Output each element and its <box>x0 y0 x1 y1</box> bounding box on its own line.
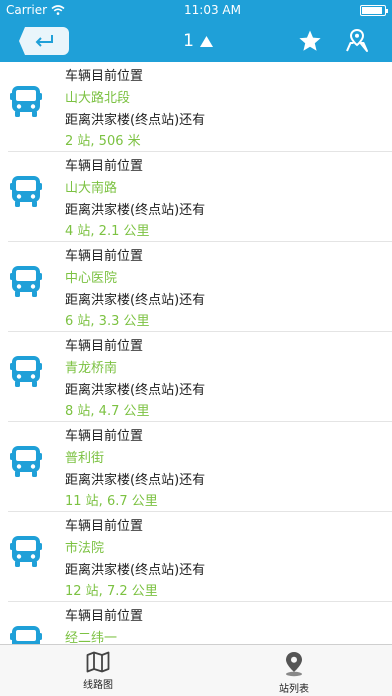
station-name: 市法院 <box>65 541 105 556</box>
nav-bar: 1 <box>0 20 392 62</box>
bus-icon <box>10 86 42 117</box>
list-item[interactable]: 车辆目前位置 青龙桥南 距离洪家楼(终点站)还有 8 站, 4.7 公里 <box>8 332 392 422</box>
list-item[interactable]: 车辆目前位置 经二纬一 <box>8 602 392 644</box>
station-name: 青龙桥南 <box>65 361 118 376</box>
station-name: 山大路北段 <box>65 91 131 106</box>
distance-label: 距离洪家楼(终点站)还有 <box>65 113 206 128</box>
position-label: 车辆目前位置 <box>65 609 144 624</box>
station-name: 经二纬一 <box>65 631 118 644</box>
distance-value: 2 站, 506 米 <box>65 134 141 149</box>
bus-icon <box>10 446 42 477</box>
distance-value: 8 站, 4.7 公里 <box>65 404 150 419</box>
position-label: 车辆目前位置 <box>65 429 144 444</box>
station-name: 中心医院 <box>65 271 118 286</box>
list-item[interactable]: 车辆目前位置 山大路北段 距离洪家楼(终点站)还有 2 站, 506 米 <box>8 62 392 152</box>
battery-icon <box>359 4 388 16</box>
carrier-label: Carrier <box>6 3 48 17</box>
tab-station-list-label: 站列表 <box>279 684 309 695</box>
map-location-icon[interactable] <box>344 28 370 54</box>
map-icon <box>86 651 110 673</box>
distance-label: 距离洪家楼(终点站)还有 <box>65 473 206 488</box>
bus-icon <box>10 176 42 207</box>
list-item[interactable]: 车辆目前位置 市法院 距离洪家楼(终点站)还有 12 站, 7.2 公里 <box>8 512 392 602</box>
list-item[interactable]: 车辆目前位置 山大南路 距离洪家楼(终点站)还有 4 站, 2.1 公里 <box>8 152 392 242</box>
distance-label: 距离洪家楼(终点站)还有 <box>65 293 206 308</box>
tab-bar: 线路图 站列表 <box>0 644 392 696</box>
list-item[interactable]: 车辆目前位置 中心医院 距离洪家楼(终点站)还有 6 站, 3.3 公里 <box>8 242 392 332</box>
distance-value: 6 站, 3.3 公里 <box>65 314 150 329</box>
tab-route-map-label: 线路图 <box>83 680 113 691</box>
bus-icon <box>10 626 42 644</box>
status-left: Carrier <box>6 3 65 17</box>
triangle-up-icon <box>199 35 213 47</box>
tab-station-list[interactable]: 站列表 <box>196 645 392 696</box>
bus-icon <box>10 356 42 387</box>
bus-icon <box>10 266 42 297</box>
station-name: 普利街 <box>65 451 105 466</box>
distance-label: 距离洪家楼(终点站)还有 <box>65 383 206 398</box>
bus-icon <box>10 536 42 567</box>
bus-count: 1 <box>183 31 194 51</box>
page-title[interactable]: 1 <box>0 20 392 62</box>
location-pin-icon <box>286 652 302 677</box>
position-label: 车辆目前位置 <box>65 69 144 84</box>
distance-value: 4 站, 2.1 公里 <box>65 224 150 239</box>
position-label: 车辆目前位置 <box>65 339 144 354</box>
distance-label: 距离洪家楼(终点站)还有 <box>65 563 206 578</box>
station-name: 山大南路 <box>65 181 118 196</box>
tab-route-map[interactable]: 线路图 <box>0 645 196 696</box>
status-bar: Carrier 11:03 AM <box>0 0 392 20</box>
position-label: 车辆目前位置 <box>65 249 144 264</box>
stop-list[interactable]: 车辆目前位置 山大路北段 距离洪家楼(终点站)还有 2 站, 506 米 车辆目… <box>0 62 392 644</box>
distance-value: 11 站, 6.7 公里 <box>65 494 158 509</box>
distance-label: 距离洪家楼(终点站)还有 <box>65 203 206 218</box>
position-label: 车辆目前位置 <box>65 519 144 534</box>
position-label: 车辆目前位置 <box>65 159 144 174</box>
star-icon[interactable] <box>298 29 322 53</box>
wifi-icon <box>51 5 65 15</box>
list-item[interactable]: 车辆目前位置 普利街 距离洪家楼(终点站)还有 11 站, 6.7 公里 <box>8 422 392 512</box>
clock: 11:03 AM <box>184 3 241 17</box>
distance-value: 12 站, 7.2 公里 <box>65 584 158 599</box>
